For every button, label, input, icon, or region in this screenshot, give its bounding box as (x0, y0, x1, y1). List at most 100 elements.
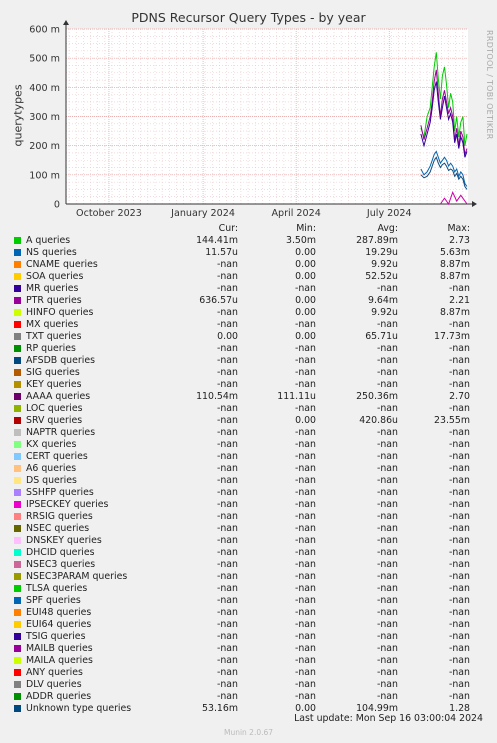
legend-row: A6 queries -nan -nan -nan -nan (0, 463, 497, 475)
y-tick-label: 500 m (29, 54, 60, 65)
legend-swatch (14, 297, 21, 304)
legend-row: AFSDB queries -nan -nan -nan -nan (0, 355, 497, 367)
munin-graph: PDNS Recursor Query Types - by year quer… (0, 0, 497, 743)
y-axis-arrow (63, 20, 69, 25)
legend-cur-value: -nan (216, 631, 238, 642)
header-avg: Avg: (377, 223, 398, 234)
legend-cur-value: 53.16m (202, 703, 238, 714)
legend-avg-value: -nan (376, 691, 398, 702)
legend-series-name: SSHFP queries (26, 487, 94, 498)
legend-swatch (14, 273, 21, 280)
legend-row: DNSKEY queries -nan -nan -nan -nan (0, 535, 497, 547)
x-tick-label: January 2024 (170, 208, 235, 219)
legend-min-value: -nan (294, 523, 316, 534)
legend-max-value: -nan (448, 667, 470, 678)
munin-version: Munin 2.0.67 (223, 728, 274, 737)
legend-swatch (14, 645, 21, 652)
y-tick-label: 100 m (29, 170, 60, 181)
legend-row: ADDR queries -nan -nan -nan -nan (0, 691, 497, 703)
header-max: Max: (447, 223, 470, 234)
legend-min-value: -nan (294, 667, 316, 678)
legend-min-value: -nan (294, 655, 316, 666)
legend-series-name: A6 queries (26, 463, 77, 474)
legend-cur-value: 11.57u (205, 247, 238, 258)
legend-max-value: -nan (448, 403, 470, 414)
legend-max-value: 17.73m (434, 331, 470, 342)
legend-avg-value: -nan (376, 571, 398, 582)
legend-avg-value: -nan (376, 499, 398, 510)
legend-max-value: -nan (448, 679, 470, 690)
legend-cur-value: -nan (216, 607, 238, 618)
legend-min-value: -nan (294, 607, 316, 618)
legend-row: HINFO queries -nan 0.00 9.92u 8.87m (0, 307, 497, 319)
legend-cur-value: -nan (216, 343, 238, 354)
legend-min-value: -nan (294, 463, 316, 474)
legend-min-value: 111.11u (277, 391, 316, 402)
legend-max-value: -nan (448, 535, 470, 546)
legend-max-value: 8.87m (439, 271, 470, 282)
legend-cur-value: -nan (216, 499, 238, 510)
legend-row: TSIG queries -nan -nan -nan -nan (0, 631, 497, 643)
y-tick-label: 0 (54, 200, 60, 211)
legend-min-value: -nan (294, 367, 316, 378)
legend-max-value: -nan (448, 595, 470, 606)
legend-swatch (14, 633, 21, 640)
legend-min-value: -nan (294, 487, 316, 498)
legend-series-name: TSIG queries (26, 631, 86, 642)
legend-avg-value: -nan (376, 451, 398, 462)
legend-row: KEY queries -nan -nan -nan -nan (0, 379, 497, 391)
legend-max-value: -nan (448, 511, 470, 522)
legend-max-value: -nan (448, 319, 470, 330)
legend-max-value: -nan (448, 547, 470, 558)
legend-swatch (14, 669, 21, 676)
legend-swatch (14, 453, 21, 460)
y-tick-label: 600 m (29, 25, 60, 36)
legend-max-value: -nan (448, 583, 470, 594)
y-tick-label: 400 m (29, 83, 60, 94)
legend-cur-value: -nan (216, 283, 238, 294)
legend-series-name: IPSECKEY queries (26, 499, 109, 510)
legend-max-value: 2.21 (449, 295, 470, 306)
legend-swatch (14, 333, 21, 340)
legend-row: PTR queries 636.57u 0.00 9.64m 2.21 (0, 295, 497, 307)
legend-swatch (14, 465, 21, 472)
legend-series-name: RRSIG queries (26, 511, 93, 522)
legend-swatch (14, 429, 21, 436)
legend-avg-value: -nan (376, 439, 398, 450)
legend-avg-value: 52.52u (365, 271, 398, 282)
legend-series-name: HINFO queries (26, 307, 94, 318)
legend-avg-value: -nan (376, 487, 398, 498)
legend-avg-value: -nan (376, 367, 398, 378)
legend-max-value: -nan (448, 367, 470, 378)
legend-cur-value: -nan (216, 559, 238, 570)
legend-swatch (14, 345, 21, 352)
legend-max-value: -nan (448, 475, 470, 486)
legend-min-value: -nan (294, 583, 316, 594)
legend-max-value: -nan (448, 427, 470, 438)
legend-cur-value: -nan (216, 367, 238, 378)
legend-cur-value: -nan (216, 523, 238, 534)
legend-swatch (14, 609, 21, 616)
legend-row: SOA queries -nan 0.00 52.52u 8.87m (0, 271, 497, 283)
legend-avg-value: -nan (376, 643, 398, 654)
legend-avg-value: -nan (376, 631, 398, 642)
legend-swatch (14, 621, 21, 628)
legend-avg-value: 9.64m (367, 295, 398, 306)
legend-cur-value: -nan (216, 379, 238, 390)
legend-row: TXT queries 0.00 0.00 65.71u 17.73m (0, 331, 497, 343)
legend-series-name: DS queries (26, 475, 77, 486)
legend-min-value: -nan (294, 439, 316, 450)
legend-cur-value: -nan (216, 475, 238, 486)
legend-swatch (14, 285, 21, 292)
legend-series-name: A queries (26, 235, 71, 246)
legend-series-name: SRV queries (26, 415, 83, 426)
legend-row: SPF queries -nan -nan -nan -nan (0, 595, 497, 607)
legend-max-value: -nan (448, 631, 470, 642)
last-update: Last update: Mon Sep 16 03:00:04 2024 (294, 713, 483, 724)
legend-swatch (14, 561, 21, 568)
legend-row: LOC queries -nan -nan -nan -nan (0, 403, 497, 415)
legend-swatch (14, 585, 21, 592)
legend-min-value: -nan (294, 499, 316, 510)
legend-row: MAILB queries -nan -nan -nan -nan (0, 643, 497, 655)
legend-series-name: ADDR queries (26, 691, 92, 702)
